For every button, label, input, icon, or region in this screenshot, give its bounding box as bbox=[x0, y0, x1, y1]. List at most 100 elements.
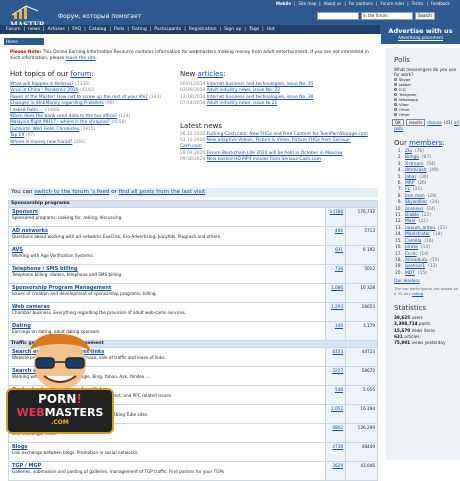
article-link[interactable]: Internet business and technologies, issu… bbox=[207, 82, 314, 87]
search-scope-select[interactable]: in the forum bbox=[361, 12, 413, 20]
articles-link[interactable]: articles bbox=[198, 70, 224, 78]
table-row: Sponsorship Program Management Issues of … bbox=[8, 283, 378, 303]
forum-posts-count: 10 328 bbox=[345, 283, 378, 303]
top-link-feedback[interactable]: Feedback bbox=[431, 1, 450, 8]
news-link[interactable]: New hosted HD MP4 movies from Serious-Ca… bbox=[207, 157, 321, 162]
switch-middle: or bbox=[111, 189, 117, 195]
search-button[interactable]: Search bbox=[415, 12, 435, 20]
leave-site-link[interactable]: leave the site bbox=[66, 56, 96, 61]
nav-registration[interactable]: Registration bbox=[189, 27, 217, 32]
nav-news[interactable]: news bbox=[28, 27, 40, 32]
nav-participants[interactable]: Participants bbox=[154, 27, 181, 32]
leaders-link[interactable]: Our leaders bbox=[394, 279, 420, 284]
top-link-partners[interactable]: For partners bbox=[349, 1, 373, 8]
topic-link[interactable]: Top Elf bbox=[10, 133, 24, 138]
polls-link[interactable]: polls bbox=[394, 126, 403, 131]
switch-feed-link[interactable]: switch to the forum 's feed bbox=[34, 189, 109, 195]
nav-rating[interactable]: Rating bbox=[132, 27, 147, 32]
results-button[interactable]: results bbox=[405, 119, 426, 126]
promo-badge[interactable]: PORN! WEBMASTERS .COM bbox=[6, 388, 114, 434]
forum-topics-count[interactable]: 738 bbox=[325, 264, 346, 284]
forum-topics-count[interactable]: 9902 bbox=[325, 423, 346, 443]
radio-icon[interactable] bbox=[394, 88, 397, 91]
forum-topics-count[interactable]: 8153 bbox=[325, 347, 346, 367]
topic-count: (3915) bbox=[80, 126, 96, 132]
topic-link[interactable]: Malaysia flight MH17 - where is the shra… bbox=[10, 120, 110, 125]
nav-hot[interactable]: Hot bbox=[267, 27, 275, 32]
forum-topics-count[interactable]: 1,293 bbox=[325, 302, 346, 322]
list-item: 03.10.2020 New adaptive Videos, Picture … bbox=[180, 138, 370, 150]
nav-articles[interactable]: Articles bbox=[48, 27, 65, 32]
vote-button[interactable]: OK bbox=[392, 119, 404, 126]
forum-topics-count[interactable]: 3629 bbox=[325, 461, 346, 481]
radio-icon[interactable] bbox=[394, 93, 397, 96]
article-date: 13/18/2018 bbox=[180, 94, 206, 100]
article-link[interactable]: Adult industry news, issue No. 22 bbox=[207, 88, 280, 93]
radio-icon[interactable] bbox=[394, 83, 397, 86]
notice-text: This Online Earning Information Resource… bbox=[10, 50, 369, 61]
forum-topics-count[interactable]: 631 bbox=[325, 245, 346, 265]
top-link-about[interactable]: About us bbox=[324, 1, 342, 8]
topic-link[interactable]: Virus in China - Pandemic 2020 bbox=[10, 88, 79, 93]
nav-faq[interactable]: FAQ bbox=[72, 27, 81, 32]
nav-sign-up[interactable]: Sign up bbox=[224, 27, 241, 32]
discuss-link[interactable]: discuss bbox=[427, 120, 442, 125]
article-link[interactable]: Adult industry news, issue № 21 bbox=[207, 101, 278, 106]
forum-topics-count[interactable]: 548 bbox=[325, 385, 346, 405]
forum-link[interactable]: forum bbox=[70, 70, 91, 78]
forum-topics-count[interactable]: 1,086 bbox=[325, 283, 346, 303]
advertise-box[interactable]: Advertise with us Advertising placement bbox=[381, 25, 460, 44]
table-row: AVS Working with Age Verification Systems… bbox=[8, 245, 378, 265]
member-link[interactable]: MDT bbox=[405, 271, 415, 277]
last-visit-link[interactable]: find all posts from the last visit bbox=[119, 189, 206, 195]
forum-switch-bar: You can switch to the forum 's feed or f… bbox=[8, 188, 378, 197]
stat-label: posts bbox=[418, 321, 431, 327]
nav-polls[interactable]: Polls bbox=[114, 27, 124, 32]
nav-forum[interactable]: Forum bbox=[6, 27, 21, 32]
topic-link[interactable]: When does the bank send data to the tax … bbox=[10, 114, 117, 119]
top-link-site-map[interactable]: Site map bbox=[298, 1, 316, 8]
news-link[interactable]: Fucking-Cash.com: New FHGs and Free Cont… bbox=[207, 132, 368, 137]
advertise-subtitle[interactable]: Advertising placement bbox=[381, 35, 460, 40]
topic-link[interactable]: Outskirts. Wild Field. Chronicles bbox=[10, 127, 79, 132]
forum-topics-count[interactable]: 3227 bbox=[325, 366, 346, 386]
topic-link[interactable]: What will happen in Belarus? bbox=[10, 82, 74, 87]
nav-catalog[interactable]: Catalog bbox=[89, 27, 107, 32]
forum-topics-count[interactable]: 1,052 bbox=[325, 404, 346, 424]
search-input[interactable] bbox=[317, 12, 359, 20]
forum-description: Telephone billing: dialers, telephone an… bbox=[12, 272, 122, 277]
breadcrumb[interactable]: Home bbox=[4, 38, 44, 45]
forum-topics-count[interactable]: 4738 bbox=[325, 442, 346, 462]
news-link[interactable]: Forum Blockchain Life 2020 will be held … bbox=[207, 151, 343, 156]
advertise-title: Advertise with us bbox=[388, 27, 453, 35]
radio-icon[interactable] bbox=[394, 103, 397, 106]
radio-icon[interactable] bbox=[394, 78, 397, 81]
top-link-rules[interactable]: Forum rules bbox=[381, 1, 405, 8]
forum-topics-count[interactable]: 349 bbox=[325, 321, 346, 341]
all-link[interactable]: all bbox=[454, 120, 459, 125]
forum-posts-count: 5713 bbox=[345, 226, 378, 246]
article-link[interactable]: Internet business and technologies, issu… bbox=[207, 95, 314, 100]
forum-topics-count[interactable]: 14188 bbox=[325, 207, 346, 227]
topic-link[interactable]: I asked Putin ... bbox=[10, 108, 44, 113]
topic-link[interactable]: Changes in WebMoney regarding R-wallets bbox=[10, 101, 104, 106]
members-link[interactable]: members bbox=[409, 139, 442, 147]
top-link-mobile[interactable]: Mobile bbox=[276, 1, 291, 8]
sidebar: Polls What messengers do you use for wor… bbox=[386, 48, 460, 460]
news-link[interactable]: New adaptive Videos, Picture & Video, Pi… bbox=[180, 138, 351, 149]
forum-description: Issues of creation and development of sp… bbox=[12, 291, 157, 296]
stat-value: 15,670 bbox=[394, 327, 411, 333]
poll-option[interactable]: Other bbox=[386, 112, 460, 117]
radio-icon[interactable] bbox=[394, 98, 397, 101]
forum-topics-count[interactable]: 466 bbox=[325, 226, 346, 246]
latest-news: Latest news 06.10.2020 Fucking-Cash.com:… bbox=[180, 122, 370, 163]
members-heading-prefix: Our bbox=[394, 139, 407, 147]
rating-link[interactable]: rating bbox=[412, 291, 423, 296]
top-link-terms[interactable]: Terms bbox=[412, 1, 424, 8]
topic-link[interactable]: Power of the Master! How not to screw up… bbox=[10, 95, 148, 100]
topic-link[interactable]: Where is money now found? bbox=[10, 140, 72, 145]
radio-icon[interactable] bbox=[394, 108, 397, 111]
nav-tags[interactable]: Tags bbox=[249, 27, 259, 32]
radio-icon[interactable] bbox=[394, 113, 397, 116]
forum-cell: AD networks Questions about working with … bbox=[8, 226, 326, 246]
